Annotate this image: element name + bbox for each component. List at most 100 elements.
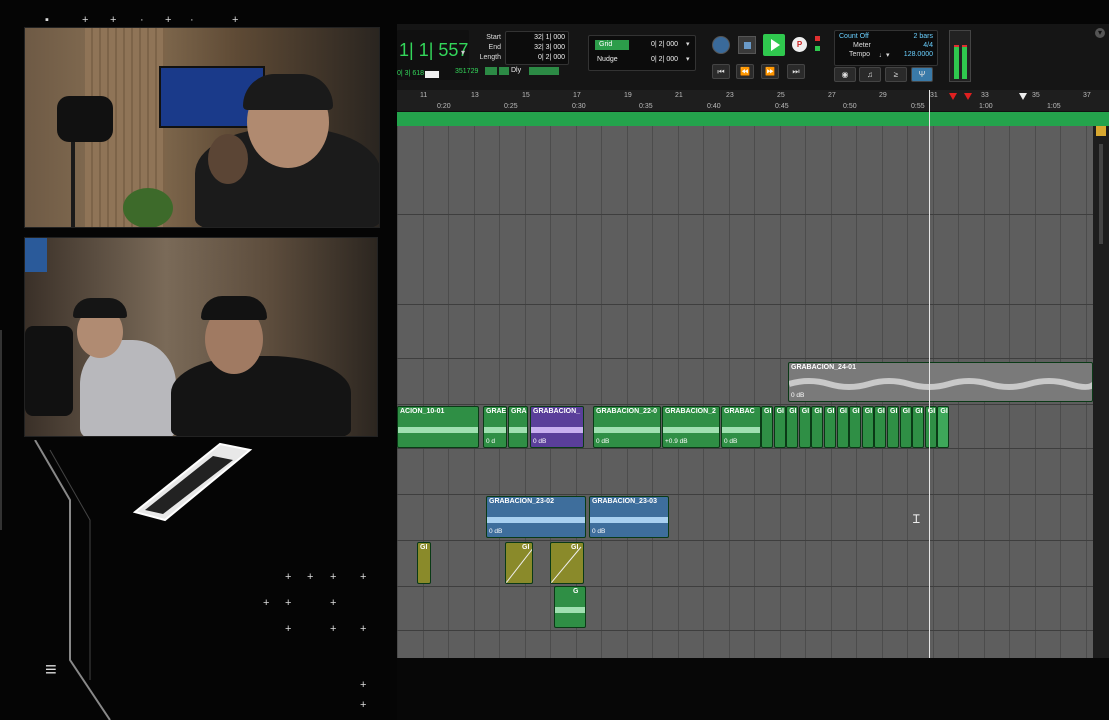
chevron-down-icon[interactable]: ▾ [686, 55, 690, 63]
audio-clip[interactable]: GI [550, 542, 584, 584]
waveform [594, 427, 660, 433]
clip-gain: 0 dB [596, 438, 610, 445]
marker-flag[interactable] [1019, 93, 1027, 100]
audio-clip[interactable]: GRABACION_2 +0.9 dB [662, 406, 720, 448]
main-counter-value: 1| 1| 557 [399, 40, 469, 60]
fast-forward-button[interactable]: ⏩ [761, 64, 779, 79]
tempo-value[interactable]: 128.0000 [904, 51, 933, 58]
time-tick: 0:35 [639, 103, 653, 110]
go-to-end-button[interactable]: ⏭ [787, 64, 805, 79]
bottom-area [397, 658, 1109, 720]
audio-clip[interactable]: GI [924, 406, 937, 448]
timeline-ruler[interactable]: 11 13 15 17 19 21 23 25 27 29 31 33 35 3… [397, 90, 1109, 112]
deco-plus: + [285, 571, 292, 583]
loop-record-button[interactable]: ◉ [834, 67, 856, 82]
clip-name: GI [420, 544, 428, 551]
audio-clip[interactable]: GRABACION_ 0 dB [530, 406, 584, 448]
marker-ruler[interactable] [397, 112, 1109, 126]
delay-label[interactable]: Dly [511, 67, 521, 74]
selection-fields[interactable]: 32| 1| 000 32| 3| 000 0| 2| 000 [505, 31, 569, 65]
bar-tick: 23 [726, 92, 734, 99]
audio-clip[interactable]: GI [811, 406, 824, 448]
mode-buttons[interactable] [529, 67, 559, 75]
start-value[interactable]: 32| 1| 000 [534, 34, 565, 41]
play-button[interactable] [763, 34, 785, 56]
clip-name: GRAE [486, 408, 507, 415]
text-cursor-icon: Ɪ [913, 512, 920, 526]
zoom-toggle-icon[interactable] [1096, 126, 1106, 136]
fader-icon [425, 71, 439, 78]
playhead-cursor[interactable] [929, 90, 930, 658]
audio-clip[interactable]: GI [836, 406, 849, 448]
online-icon[interactable] [712, 36, 730, 54]
mode-icon[interactable] [485, 67, 497, 75]
meter-value[interactable]: 4/4 [923, 42, 933, 49]
mode-icon[interactable] [499, 67, 509, 75]
deco-plus: + [360, 679, 367, 691]
audio-clip[interactable]: GRABACION_22-0 0 dB [593, 406, 661, 448]
bar-tick: 25 [777, 92, 785, 99]
deco-plus: + [330, 597, 337, 609]
clip-name: GRABACION_2 [665, 408, 716, 415]
rewind-button[interactable]: ⏪ [736, 64, 754, 79]
audio-clip[interactable]: GRABACION_23-02 0 dB [486, 496, 586, 538]
audio-clip[interactable]: GRABACION_23-03 0 dB [589, 496, 669, 538]
audio-clip[interactable]: GI [937, 406, 950, 448]
count-off-label[interactable]: Count Off [839, 33, 869, 40]
audio-clip[interactable]: GRABAC 0 dB [721, 406, 761, 448]
selection-start-marker[interactable] [949, 93, 957, 100]
bar-tick: 17 [573, 92, 581, 99]
audio-clip[interactable]: GI [773, 406, 786, 448]
audio-clip[interactable]: GI [786, 406, 799, 448]
record-button[interactable]: P [792, 37, 807, 52]
audio-clip[interactable]: GI [824, 406, 836, 448]
selection-end-marker[interactable] [964, 93, 972, 100]
audio-clip[interactable]: GI [912, 406, 925, 448]
grid-line [601, 126, 602, 658]
clip-name: GRABACION_ [533, 408, 581, 415]
audio-clip[interactable]: ACION_10-01 [397, 406, 479, 448]
audio-clip[interactable]: GI [874, 406, 887, 448]
audio-clip[interactable]: GI [849, 406, 862, 448]
chevron-down-icon[interactable]: ▾ [686, 40, 690, 48]
bar-tick: 33 [981, 92, 989, 99]
audio-clip[interactable]: G [554, 586, 586, 628]
edit-window-tracks[interactable]: GRABACION_24-01 0 dB ACION_10-01 GRAE 0 … [397, 126, 1093, 658]
audio-clip[interactable]: GRABACION_24-01 0 dB [788, 362, 1093, 402]
vertical-scrollbar[interactable] [1093, 126, 1109, 658]
grid-line [728, 126, 730, 658]
rewind-to-start-button[interactable]: ⏮ [712, 64, 730, 79]
audio-clip[interactable]: GRA [508, 406, 528, 448]
scroll-thumb[interactable] [1099, 144, 1103, 244]
midi-merge-button[interactable]: ≥ [885, 67, 907, 82]
tempo-map-button[interactable]: Ψ [911, 67, 933, 82]
end-value[interactable]: 32| 3| 000 [534, 44, 565, 51]
time-tick: 0:25 [504, 103, 518, 110]
time-tick: 0:20 [437, 103, 451, 110]
stop-button[interactable] [738, 36, 756, 54]
audio-clip[interactable]: GI [798, 406, 811, 448]
audio-clip[interactable]: GI [761, 406, 773, 448]
clip-gain: 0 dB [791, 392, 805, 399]
length-value[interactable]: 0| 2| 000 [538, 54, 565, 61]
nudge-value[interactable]: 0| 2| 000 [651, 56, 678, 63]
audio-clip[interactable]: GI [887, 406, 899, 448]
audio-clip[interactable]: GI [861, 406, 874, 448]
deco-plus: + [360, 571, 367, 583]
audio-clip[interactable]: GI [899, 406, 912, 448]
metronome-button[interactable]: ♫ [859, 67, 881, 82]
grid-value[interactable]: 0| 2| 000 [651, 41, 678, 48]
clip-name: GRABACION_23-02 [489, 498, 554, 505]
audio-clip[interactable]: GI [417, 542, 431, 584]
audio-clip[interactable]: GI [505, 542, 533, 584]
clip-name: GI [814, 408, 822, 415]
waveform [398, 427, 478, 433]
audio-clip[interactable]: GRAE 0 d [483, 406, 507, 448]
nudge-label[interactable]: Nudge [597, 56, 618, 63]
lane-separator [397, 358, 1093, 359]
grid-button[interactable]: Grid [595, 40, 629, 50]
grid-line [499, 126, 500, 658]
chevron-down-icon[interactable]: ▾ [461, 48, 465, 57]
chevron-down-icon[interactable]: ▾ [1095, 28, 1105, 38]
sub-counter: 0| 3| 618 [397, 70, 424, 77]
